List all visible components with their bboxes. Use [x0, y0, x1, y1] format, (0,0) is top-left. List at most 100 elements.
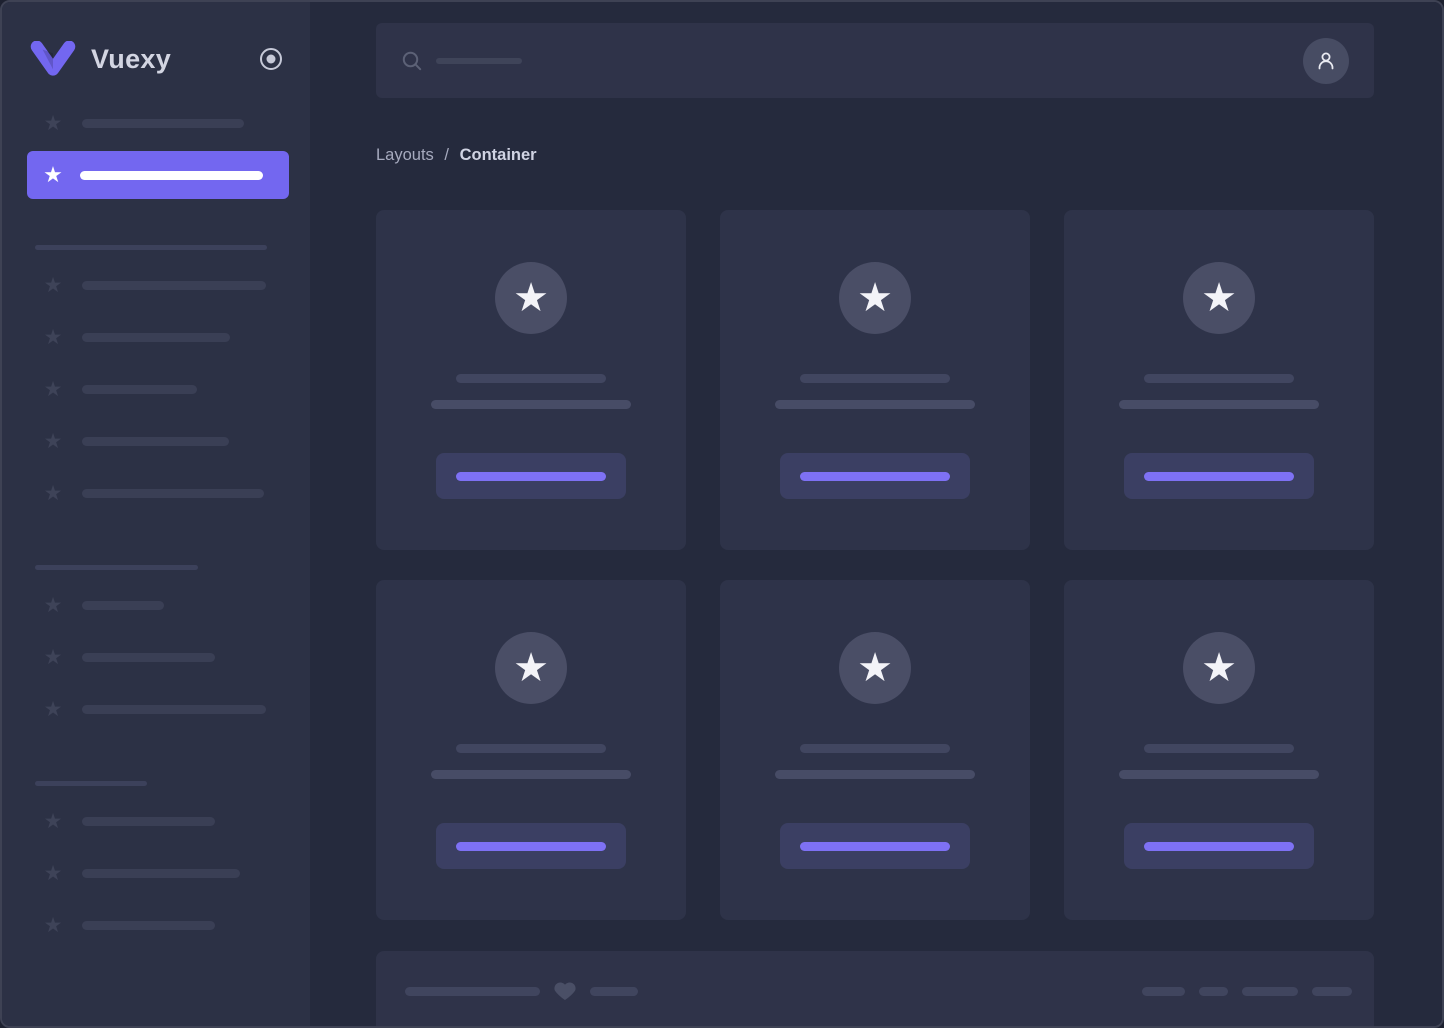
- sidebar-item[interactable]: ★: [2, 899, 310, 951]
- button-label-skeleton: [456, 471, 606, 481]
- heart-icon: [553, 979, 577, 1003]
- card-line-skeleton: [431, 400, 631, 409]
- sidebar-item[interactable]: ★: [2, 683, 310, 735]
- star-icon: ★: [43, 697, 63, 721]
- sidebar-item[interactable]: ★: [2, 259, 310, 311]
- button-label-skeleton: [1144, 841, 1294, 851]
- card-button[interactable]: [780, 823, 970, 869]
- star-icon: ★: [43, 809, 63, 833]
- star-icon: ★: [857, 646, 893, 690]
- button-label-skeleton: [456, 841, 606, 851]
- card-avatar-circle: ★: [839, 632, 911, 704]
- footer-link-skeleton[interactable]: [1199, 986, 1228, 996]
- breadcrumb-section[interactable]: Layouts: [376, 146, 434, 164]
- card-button[interactable]: [436, 823, 626, 869]
- demo-card: ★: [376, 580, 686, 920]
- footer-row: [376, 951, 1374, 1026]
- star-icon: ★: [43, 111, 63, 135]
- card-line-skeleton: [456, 374, 606, 383]
- sidebar-section-header: [35, 781, 147, 786]
- vuexy-logo-icon: [30, 41, 76, 77]
- demo-card: ★: [376, 210, 686, 550]
- sidebar-item[interactable]: ★: [2, 415, 310, 467]
- sidebar-item[interactable]: ★: [2, 97, 310, 149]
- menu-label-skeleton: [80, 170, 263, 180]
- footer-skeleton-bar: [405, 986, 540, 996]
- main-content: Layouts / Container ★ ★ ★ ★ ★ ★: [310, 2, 1442, 1026]
- card-button[interactable]: [436, 453, 626, 499]
- footer-link-skeleton[interactable]: [1142, 986, 1185, 996]
- star-icon: ★: [43, 162, 63, 187]
- star-icon: ★: [43, 377, 63, 401]
- card-line-skeleton: [775, 770, 975, 779]
- card-avatar-circle: ★: [495, 632, 567, 704]
- footer: [376, 951, 1374, 1026]
- menu-label-skeleton: [82, 868, 240, 878]
- menu-label-skeleton: [82, 332, 230, 342]
- star-icon: ★: [43, 481, 63, 505]
- card-line-skeleton: [1144, 744, 1294, 753]
- demo-card: ★: [720, 580, 1030, 920]
- card-button[interactable]: [1124, 453, 1314, 499]
- button-label-skeleton: [1144, 471, 1294, 481]
- star-icon: ★: [43, 861, 63, 885]
- menu-label-skeleton: [82, 920, 215, 930]
- card-line-skeleton: [431, 770, 631, 779]
- menu-label-skeleton: [82, 488, 264, 498]
- demo-card: ★: [1064, 580, 1374, 920]
- sidebar-item[interactable]: ★: [2, 363, 310, 415]
- search-icon: [401, 50, 423, 72]
- sidebar-item[interactable]: ★: [2, 311, 310, 363]
- card-line-skeleton: [775, 400, 975, 409]
- button-label-skeleton: [800, 471, 950, 481]
- card-line-skeleton: [1119, 770, 1319, 779]
- card-line-skeleton: [800, 374, 950, 383]
- sidebar-item[interactable]: ★: [2, 795, 310, 847]
- sidebar-item[interactable]: ★: [2, 847, 310, 899]
- user-avatar[interactable]: [1303, 37, 1349, 84]
- card-avatar-circle: ★: [1183, 262, 1255, 334]
- card-button[interactable]: [780, 453, 970, 499]
- star-icon: ★: [857, 276, 893, 320]
- radio-circle-icon[interactable]: [259, 47, 283, 71]
- card-avatar-circle: ★: [495, 262, 567, 334]
- sidebar-item[interactable]: ★: [2, 467, 310, 519]
- card-avatar-circle: ★: [1183, 632, 1255, 704]
- breadcrumb: Layouts / Container: [376, 146, 1374, 165]
- card-button[interactable]: [1124, 823, 1314, 869]
- sidebar-item[interactable]: ★: [2, 631, 310, 683]
- breadcrumb-separator: /: [444, 146, 449, 164]
- card-grid: ★ ★ ★ ★ ★ ★: [376, 210, 1374, 920]
- sidebar-header: Vuexy: [2, 2, 310, 84]
- card-line-skeleton: [456, 744, 606, 753]
- sidebar-item[interactable]: ★: [2, 579, 310, 631]
- app-window: Vuexy ★ ★ ★ ★ ★ ★ ★ ★ ★ ★ ★ ★ ★ Layouts …: [0, 0, 1444, 1028]
- menu-label-skeleton: [82, 816, 215, 826]
- star-icon: ★: [43, 429, 63, 453]
- user-icon: [1314, 49, 1338, 73]
- menu-label-skeleton: [82, 118, 244, 128]
- star-icon: ★: [1201, 646, 1237, 690]
- menu-label-skeleton: [82, 280, 266, 290]
- search-bar[interactable]: [376, 23, 1374, 98]
- brand-name: Vuexy: [91, 43, 172, 74]
- menu-label-skeleton: [82, 384, 197, 394]
- footer-link-skeleton[interactable]: [1312, 986, 1352, 996]
- menu-label-skeleton: [82, 652, 215, 662]
- card-line-skeleton: [800, 744, 950, 753]
- menu-label-skeleton: [82, 704, 266, 714]
- star-icon: ★: [1201, 276, 1237, 320]
- star-icon: ★: [43, 645, 63, 669]
- sidebar-item-active[interactable]: ★: [27, 151, 289, 199]
- demo-card: ★: [720, 210, 1030, 550]
- card-line-skeleton: [1144, 374, 1294, 383]
- sidebar: Vuexy ★ ★ ★ ★ ★ ★ ★ ★ ★ ★ ★ ★ ★: [2, 2, 310, 1026]
- menu-label-skeleton: [82, 600, 164, 610]
- button-label-skeleton: [800, 841, 950, 851]
- footer-link-skeleton[interactable]: [1242, 986, 1298, 996]
- demo-card: ★: [1064, 210, 1374, 550]
- sidebar-nav: ★ ★ ★ ★ ★ ★ ★ ★ ★ ★ ★ ★ ★: [2, 97, 310, 951]
- card-line-skeleton: [1119, 400, 1319, 409]
- search-placeholder-skeleton: [436, 57, 522, 64]
- breadcrumb-current: Container: [459, 146, 537, 164]
